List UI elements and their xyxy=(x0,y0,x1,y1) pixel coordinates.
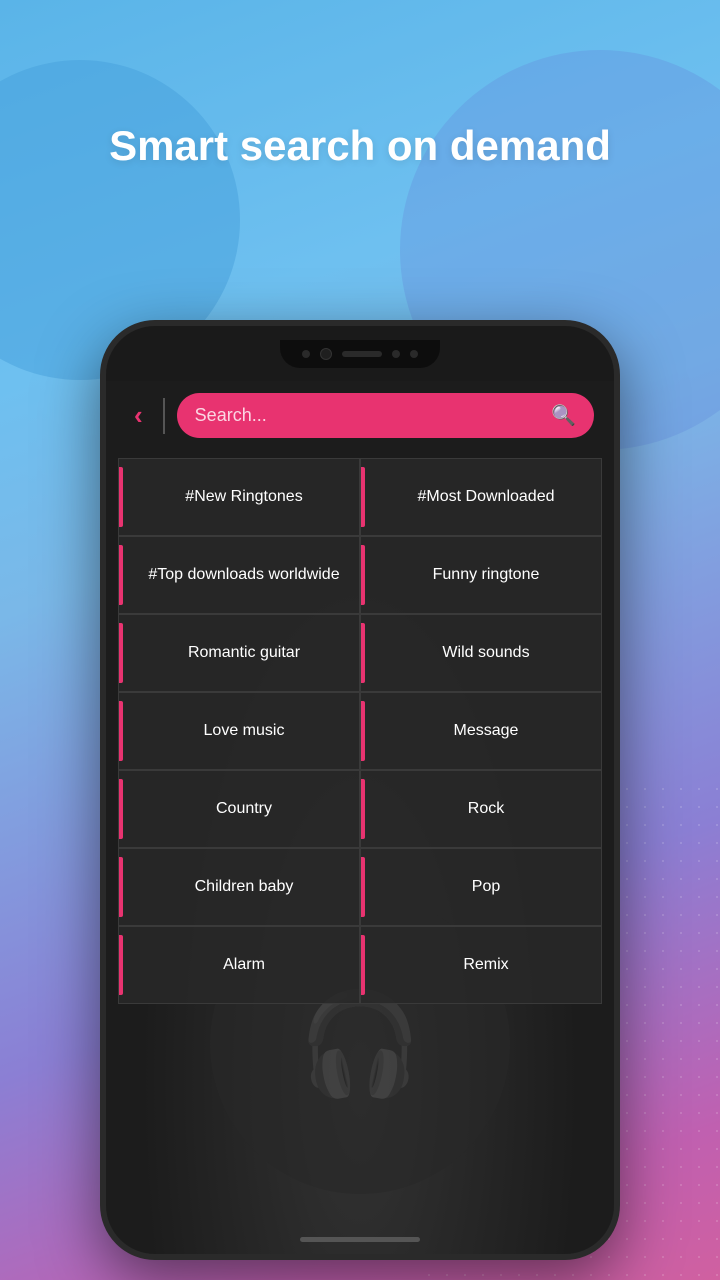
notch-dot-left xyxy=(302,350,310,358)
category-item-pop[interactable]: Pop xyxy=(360,848,602,926)
category-label-pop: Pop xyxy=(377,878,585,896)
category-item-country[interactable]: Country xyxy=(118,770,360,848)
category-label-wild-sounds: Wild sounds xyxy=(377,644,585,662)
category-label-country: Country xyxy=(135,800,343,818)
search-bar[interactable]: Search... 🔍 xyxy=(177,393,594,438)
categories-grid: #New Ringtones #Most Downloaded #Top downl… xyxy=(106,450,614,1012)
phone-screen: 🎧 ‹ Search... 🔍 #New Ringtones#Most Down… xyxy=(106,381,614,1254)
phone-notch xyxy=(280,340,440,368)
category-label-new-ringtones: #New Ringtones xyxy=(135,488,343,506)
category-label-message: Message xyxy=(377,722,585,740)
category-label-top-downloads: #Top downloads worldwide xyxy=(135,566,343,584)
category-label-love-music: Love music xyxy=(135,722,343,740)
search-icon[interactable]: 🔍 xyxy=(551,403,576,428)
category-item-message[interactable]: Message xyxy=(360,692,602,770)
category-item-remix[interactable]: Remix xyxy=(360,926,602,1004)
phone-frame: 🎧 ‹ Search... 🔍 #New Ringtones#Most Down… xyxy=(100,320,620,1260)
category-label-alarm: Alarm xyxy=(135,956,343,974)
category-label-remix: Remix xyxy=(377,956,585,974)
top-bar: ‹ Search... 🔍 xyxy=(106,381,614,450)
notch-camera xyxy=(320,348,332,360)
category-label-children-baby: Children baby xyxy=(135,878,343,896)
page-headline: Smart search on demand xyxy=(0,120,720,173)
category-label-romantic-guitar: Romantic guitar xyxy=(135,644,343,662)
category-item-rock[interactable]: Rock xyxy=(360,770,602,848)
category-item-love-music[interactable]: Love music xyxy=(118,692,360,770)
back-button[interactable]: ‹ xyxy=(126,396,151,435)
notch-bar xyxy=(342,351,382,357)
category-item-wild-sounds[interactable]: Wild sounds xyxy=(360,614,602,692)
category-item-alarm[interactable]: Alarm xyxy=(118,926,360,1004)
search-placeholder: Search... xyxy=(195,405,541,426)
category-item-children-baby[interactable]: Children baby xyxy=(118,848,360,926)
divider xyxy=(163,398,165,434)
category-item-new-ringtones[interactable]: #New Ringtones xyxy=(118,458,360,536)
category-item-funny-ringtone[interactable]: Funny ringtone xyxy=(360,536,602,614)
notch-dot-far-right xyxy=(410,350,418,358)
category-item-most-downloaded[interactable]: #Most Downloaded xyxy=(360,458,602,536)
category-label-rock: Rock xyxy=(377,800,585,818)
phone-notch-area xyxy=(106,326,614,381)
category-label-most-downloaded: #Most Downloaded xyxy=(377,488,585,506)
notch-dot-right xyxy=(392,350,400,358)
phone-home-indicator xyxy=(300,1237,420,1242)
category-label-funny-ringtone: Funny ringtone xyxy=(377,566,585,584)
category-item-romantic-guitar[interactable]: Romantic guitar xyxy=(118,614,360,692)
category-item-top-downloads[interactable]: #Top downloads worldwide xyxy=(118,536,360,614)
